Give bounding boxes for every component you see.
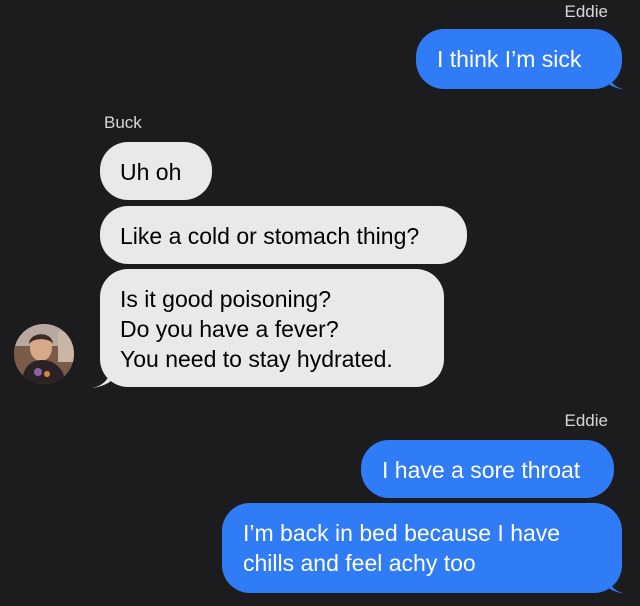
message-text: chills and feel achy too — [243, 550, 476, 576]
message-text: I have a sore throat — [382, 457, 581, 483]
message-text: Is it good poisoning? — [120, 286, 331, 312]
message-bubble-outgoing[interactable]: I have a sore throat — [361, 440, 614, 498]
message-bubble-incoming[interactable]: Is it good poisoning? Do you have a feve… — [100, 269, 444, 387]
message-text: I think I’m sick — [437, 46, 582, 72]
message-bubble-outgoing[interactable]: I think I’m sick — [416, 29, 622, 89]
sender-name-buck: Buck — [104, 113, 142, 132]
message-text: Do you have a fever? — [120, 316, 339, 342]
sender-name-eddie: Eddie — [564, 2, 608, 21]
message-text: Uh oh — [120, 159, 182, 185]
message-bubble-incoming[interactable]: Uh oh — [100, 142, 212, 200]
sender-name-eddie: Eddie — [564, 411, 608, 430]
bubble-tail — [606, 572, 626, 594]
message-bubble-incoming[interactable]: Like a cold or stomach thing? — [100, 206, 467, 264]
contact-avatar[interactable] — [14, 324, 74, 384]
message-bubble-outgoing[interactable]: I’m back in bed because I have chills an… — [222, 503, 622, 593]
message-text: You need to stay hydrated. — [120, 346, 393, 372]
message-text: Like a cold or stomach thing? — [120, 223, 420, 249]
message-text: I’m back in bed because I have — [243, 520, 561, 546]
bubble-tail — [606, 68, 626, 90]
bubble-tail — [92, 366, 112, 388]
